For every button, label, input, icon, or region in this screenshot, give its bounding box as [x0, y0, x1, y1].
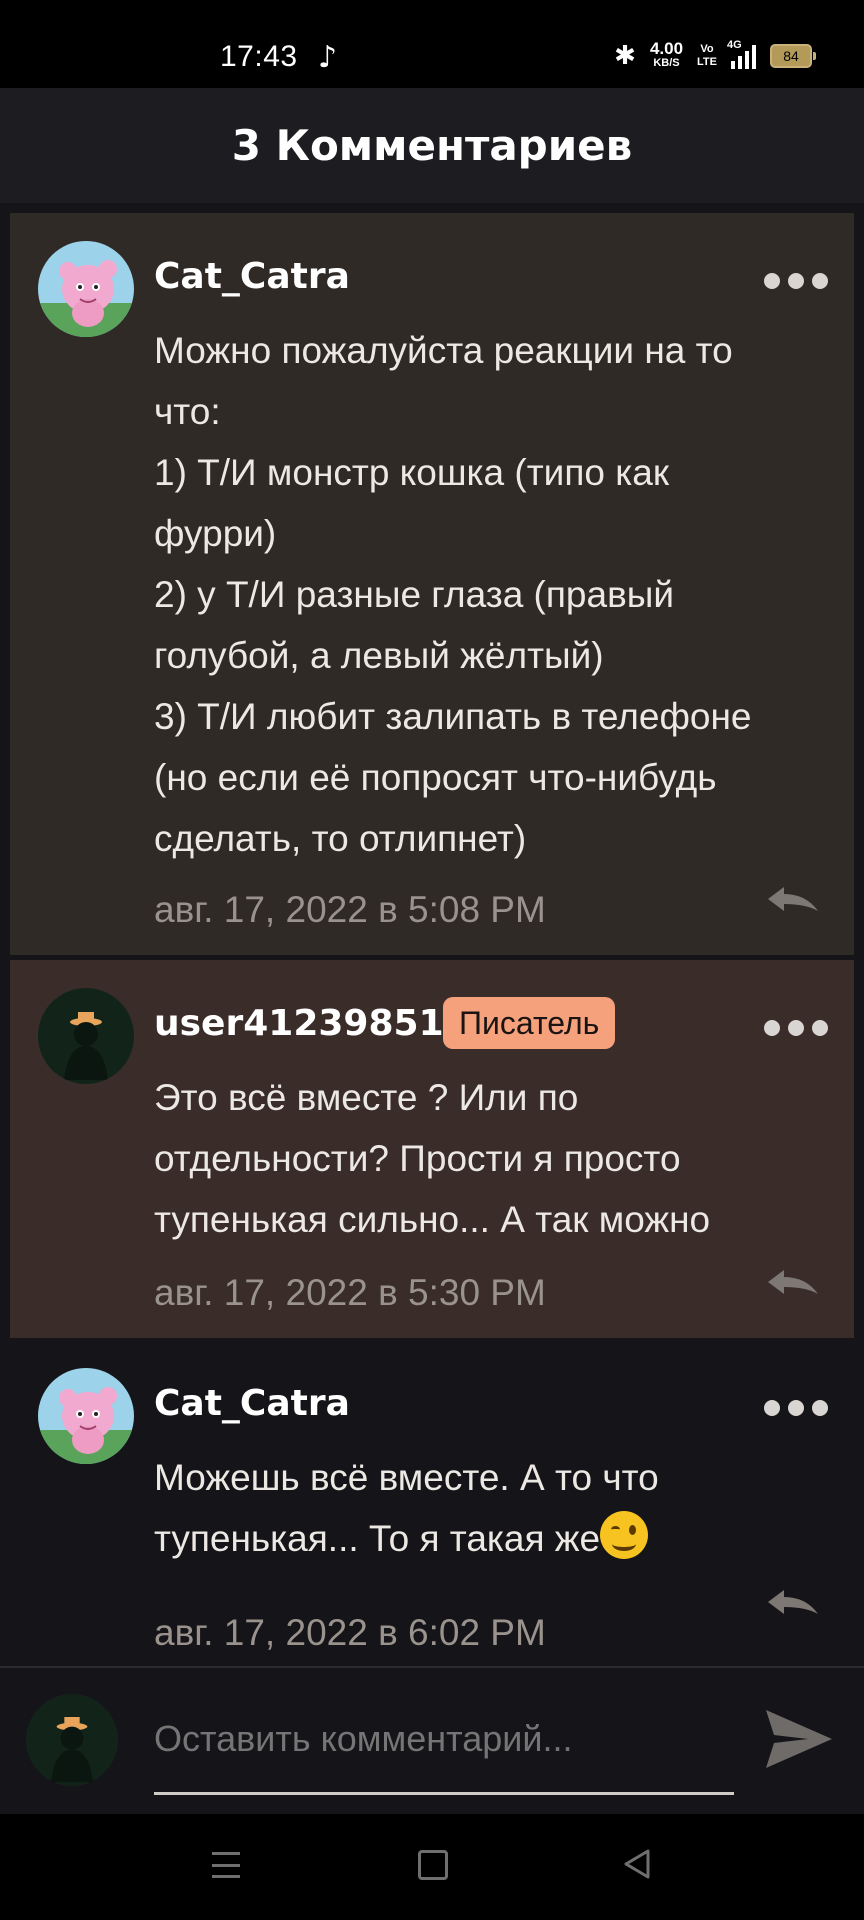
- comment-text-line: тупенькая... То я такая же: [154, 1518, 601, 1559]
- more-dots-icon[interactable]: [764, 1020, 828, 1036]
- comment-input[interactable]: [154, 1714, 734, 1764]
- comment-date: авг. 17, 2022 в 6:02 PM: [154, 1612, 546, 1653]
- back-icon[interactable]: [622, 1848, 652, 1880]
- comment-text: Можно пожалуйста реакции на то что: 1) Т…: [154, 330, 752, 859]
- avatar-pink-creature-icon: [38, 1368, 134, 1464]
- avatar[interactable]: [38, 241, 134, 337]
- network-speed-value: 4.00: [649, 38, 684, 58]
- network-type: 4G: [727, 38, 742, 51]
- volte-top: Vo: [700, 42, 714, 55]
- page-header: 3 Комментариев: [0, 88, 864, 203]
- writer-badge: Писатель: [443, 997, 616, 1049]
- more-dots-icon[interactable]: [764, 273, 828, 289]
- status-icons: ✱ 4.00 KB/S Vo LTE 4G 84: [614, 38, 816, 71]
- avatar[interactable]: [38, 1368, 134, 1464]
- comment-date: авг. 17, 2022 в 5:30 PM: [154, 1272, 546, 1313]
- volte-indicator: Vo LTE: [697, 43, 717, 69]
- comment-username[interactable]: Cat_Catra: [154, 1382, 350, 1426]
- comment-composer: [0, 1668, 864, 1814]
- menu-icon[interactable]: [212, 1852, 240, 1878]
- send-icon[interactable]: [764, 1706, 834, 1772]
- battery-level: 84: [783, 47, 799, 64]
- wink-emoji-icon: [600, 1511, 649, 1559]
- more-dots-icon[interactable]: [764, 1400, 828, 1416]
- avatar: [26, 1694, 118, 1786]
- reply-arrow-icon[interactable]: [766, 1588, 820, 1622]
- battery-icon: 84: [770, 43, 816, 68]
- music-note-icon: ♪: [318, 40, 338, 75]
- page-title: 3 Комментариев: [231, 121, 633, 170]
- comment-date: авг. 17, 2022 в 5:08 PM: [154, 889, 546, 930]
- input-underline: [154, 1792, 734, 1795]
- comment-text-line: Можешь всё вместе. А то что: [154, 1457, 659, 1498]
- reply-arrow-icon[interactable]: [766, 1268, 820, 1302]
- system-nav-bar: [0, 1814, 864, 1920]
- avatar[interactable]: [38, 988, 134, 1084]
- reply-arrow-icon[interactable]: [766, 885, 820, 919]
- status-bar: 17:43 ♪ ✱ 4.00 KB/S Vo LTE 4G 84: [0, 0, 864, 88]
- comment-text: Можешь всё вместе. А то что тупенькая...…: [154, 1447, 834, 1569]
- comment-username[interactable]: Cat_Catra: [154, 255, 350, 299]
- avatar-hat-figure-icon: [38, 988, 134, 1084]
- home-icon[interactable]: [418, 1850, 448, 1880]
- comment-item: Cat_Catra Можно пожалуйста реакции на то…: [10, 213, 854, 955]
- status-time: 17:43: [220, 40, 298, 73]
- bluetooth-icon: ✱: [614, 40, 636, 70]
- comment-text: Это всё вместе ? Или по отдельности? Про…: [154, 1077, 711, 1240]
- signal-icon: 4G: [727, 39, 756, 69]
- volte-bottom: LTE: [697, 55, 717, 68]
- comment-username[interactable]: user41239851: [154, 1002, 444, 1046]
- avatar-hat-figure-icon: [26, 1694, 118, 1786]
- comment-item: user41239851 Писатель Это всё вместе ? И…: [10, 960, 854, 1338]
- avatar-pink-creature-icon: [38, 241, 134, 337]
- network-speed: 4.00 KB/S: [649, 38, 684, 70]
- network-speed-unit: KB/S: [653, 56, 680, 69]
- comment-item: Cat_Catra Можешь всё вместе. А то что ту…: [10, 1340, 854, 1665]
